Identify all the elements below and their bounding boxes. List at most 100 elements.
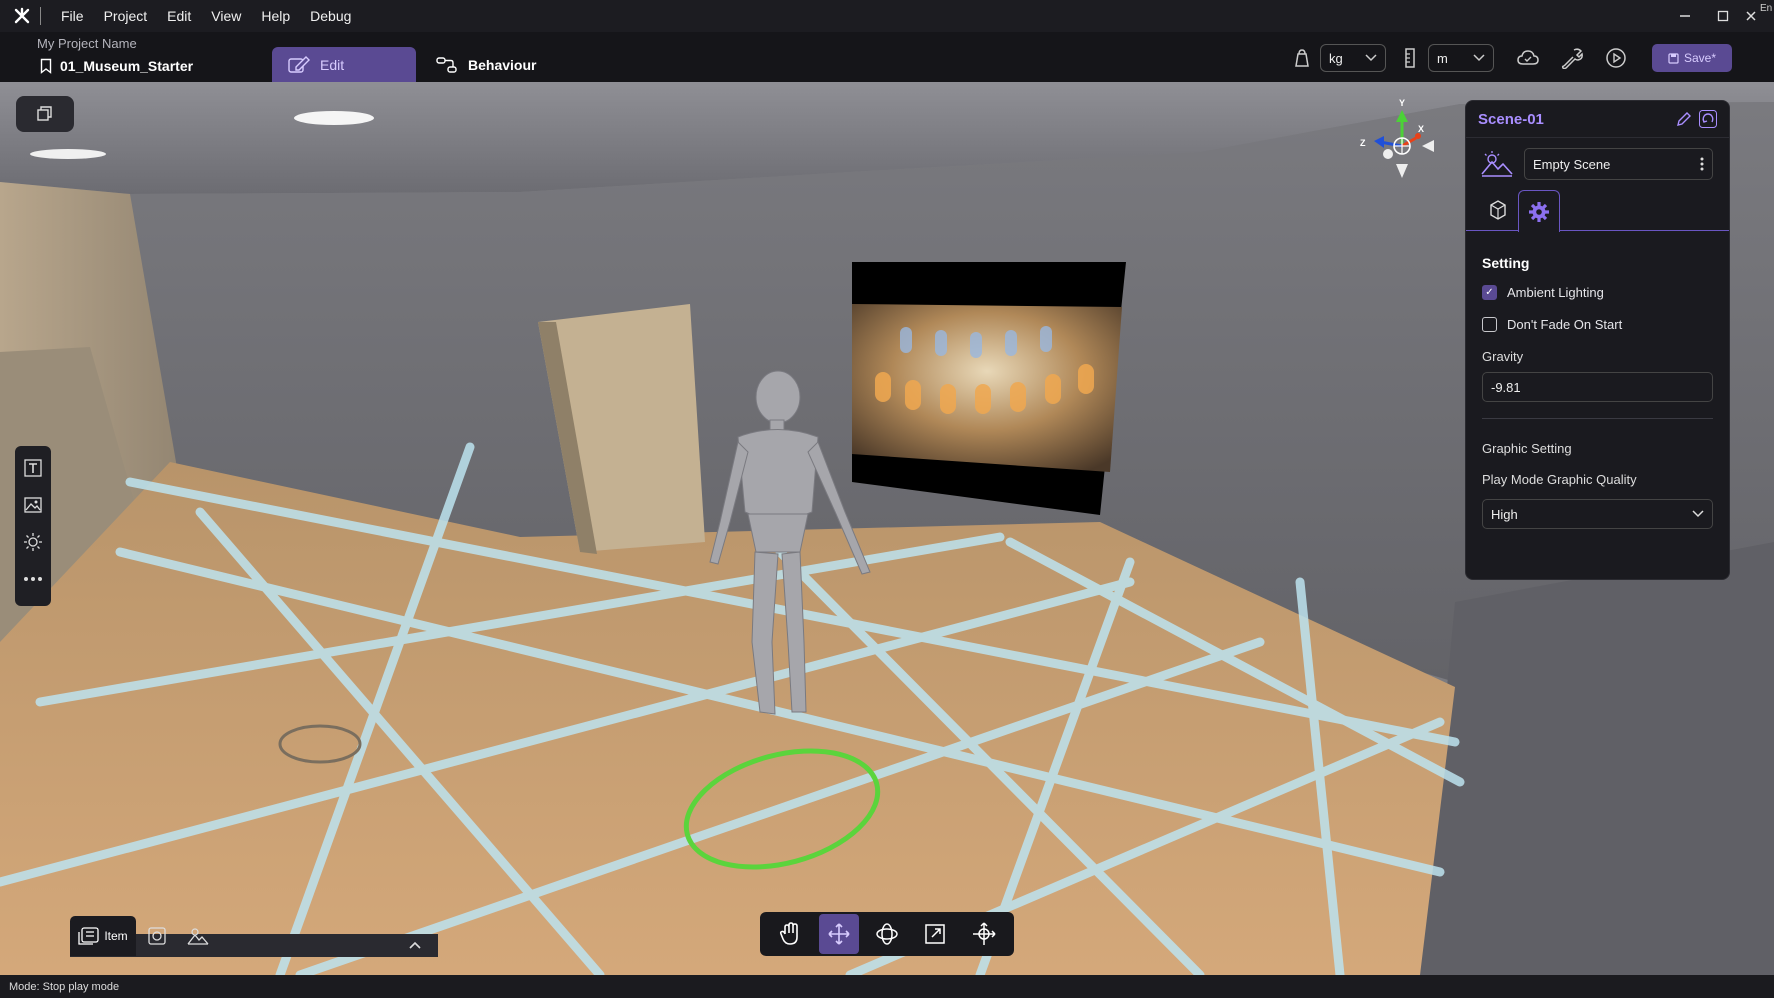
transform-tool-button[interactable] <box>964 914 1004 954</box>
wrench-icon[interactable] <box>1558 44 1586 72</box>
project-name: My Project Name <box>37 36 137 51</box>
mass-unit-select[interactable]: kg <box>1319 44 1386 72</box>
tab-behaviour[interactable]: Behaviour <box>420 47 552 82</box>
axis-gizmo[interactable]: Y X Z <box>1352 96 1452 186</box>
gizmo-x-label: X <box>1418 124 1424 134</box>
scene-viewport[interactable]: Y X Z Item Scene-01 Empty Scene Setting … <box>0 82 1774 975</box>
length-unit-select[interactable]: m <box>1427 44 1494 72</box>
quality-select[interactable]: High <box>1482 499 1713 529</box>
play-icon[interactable] <box>1602 44 1630 72</box>
item-icon <box>78 927 99 945</box>
maximize-button[interactable] <box>1704 0 1742 32</box>
dont-fade-row[interactable]: Don't Fade On Start <box>1482 317 1713 332</box>
transform-icon <box>972 922 996 945</box>
landscape-icon <box>1481 151 1513 177</box>
mass-unit-value: kg <box>1328 50 1343 66</box>
close-button[interactable] <box>1742 0 1760 32</box>
menu-debug[interactable]: Debug <box>310 8 351 24</box>
panel-header-actions <box>1675 110 1717 128</box>
menu-project[interactable]: Project <box>104 8 148 24</box>
ambient-lighting-label: Ambient Lighting <box>1507 285 1604 300</box>
chevron-down-icon <box>1365 54 1377 62</box>
panel-title: Scene-01 <box>1478 110 1544 128</box>
reset-icon[interactable] <box>1699 110 1717 128</box>
gizmo-z-label: Z <box>1360 138 1366 148</box>
pencil-icon[interactable] <box>1675 110 1693 128</box>
menu-bar: File Project Edit View Help Debug En <box>0 0 1774 32</box>
chevron-down-icon <box>1692 510 1704 518</box>
text-tool-icon[interactable] <box>19 454 47 482</box>
scene-properties-panel: Scene-01 Empty Scene Setting ✓ Ambient L… <box>1465 100 1730 580</box>
section-divider <box>1482 418 1713 419</box>
gizmo-y-label: Y <box>1399 98 1405 108</box>
menu-edit[interactable]: Edit <box>167 8 191 24</box>
left-toolbar <box>15 446 51 606</box>
scene-file-name: 01_Museum_Starter <box>60 58 194 74</box>
gear-icon <box>1529 201 1549 222</box>
kebab-menu-icon[interactable] <box>1700 157 1704 171</box>
scale-tool-button[interactable] <box>915 914 955 954</box>
panel-header: Scene-01 <box>1466 101 1729 138</box>
scale-icon <box>925 924 946 944</box>
tab-objects[interactable] <box>1478 190 1518 230</box>
menu-separator <box>40 7 41 25</box>
tab-edit-label: Edit <box>320 56 345 73</box>
hand-tool-button[interactable] <box>770 914 810 954</box>
view-toggle-button[interactable] <box>16 96 74 132</box>
minimize-button[interactable] <box>1666 0 1704 32</box>
hand-icon <box>780 922 798 945</box>
more-icon[interactable] <box>19 565 47 593</box>
unit-area: kg m Save* <box>1288 42 1774 74</box>
dock-tab-item[interactable]: Item <box>70 916 136 956</box>
environment-icon <box>187 928 209 945</box>
tab-edit[interactable]: Edit <box>272 47 416 82</box>
toolbar: My Project Name 01_Museum_Starter Edit B… <box>0 32 1774 82</box>
save-label: Save* <box>1683 51 1716 65</box>
tab-settings[interactable] <box>1518 190 1560 232</box>
menu-view[interactable]: View <box>211 8 241 24</box>
dock-tab-environment[interactable] <box>182 916 214 956</box>
move-tool-button[interactable] <box>818 914 859 954</box>
app-logo-icon <box>12 6 32 26</box>
edit-icon <box>288 55 310 73</box>
gravity-input[interactable] <box>1482 372 1713 402</box>
layers-icon <box>37 106 52 121</box>
chevron-up-icon[interactable] <box>408 940 422 950</box>
chevron-down-icon <box>1473 54 1485 62</box>
scene-select[interactable]: Empty Scene <box>1524 148 1713 180</box>
scene-select-row: Empty Scene <box>1466 138 1729 186</box>
cloud-icon[interactable] <box>1514 44 1542 72</box>
quality-value: High <box>1491 506 1518 522</box>
image-tool-icon[interactable] <box>19 491 47 519</box>
corner-label: En <box>1760 2 1773 14</box>
status-text: Mode: Stop play mode <box>9 980 120 993</box>
light-tool-icon[interactable] <box>19 528 47 556</box>
scene-file[interactable]: 01_Museum_Starter <box>40 58 193 74</box>
window-controls: En <box>1666 0 1774 32</box>
graphic-setting-label: Graphic Setting <box>1482 441 1572 456</box>
length-unit-value: m <box>1436 50 1448 66</box>
bookmark-icon <box>40 58 52 74</box>
tab-behaviour-label: Behaviour <box>468 56 537 73</box>
save-icon <box>1668 52 1679 64</box>
dock-tab-object[interactable] <box>142 916 172 956</box>
behaviour-icon <box>436 56 457 73</box>
scene-select-value: Empty Scene <box>1533 156 1611 172</box>
gravity-label: Gravity <box>1482 349 1524 364</box>
object-icon <box>148 927 166 945</box>
transform-toolbar <box>760 912 1014 956</box>
dock-tab-item-label: Item <box>104 929 128 943</box>
rotate-icon <box>876 923 898 945</box>
ambient-lighting-checkbox[interactable]: ✓ <box>1482 285 1497 300</box>
weight-icon <box>1288 44 1316 72</box>
dont-fade-label: Don't Fade On Start <box>1507 317 1623 332</box>
rotate-tool-button[interactable] <box>867 914 907 954</box>
save-button[interactable]: Save* <box>1651 44 1732 72</box>
menu-help[interactable]: Help <box>261 8 290 24</box>
ambient-lighting-row[interactable]: ✓ Ambient Lighting <box>1482 285 1713 300</box>
quality-label: Play Mode Graphic Quality <box>1482 472 1637 487</box>
dont-fade-checkbox[interactable] <box>1482 317 1497 332</box>
menu-file[interactable]: File <box>61 8 84 24</box>
ruler-icon <box>1396 44 1424 72</box>
status-bar: Mode: Stop play mode <box>0 975 1774 998</box>
